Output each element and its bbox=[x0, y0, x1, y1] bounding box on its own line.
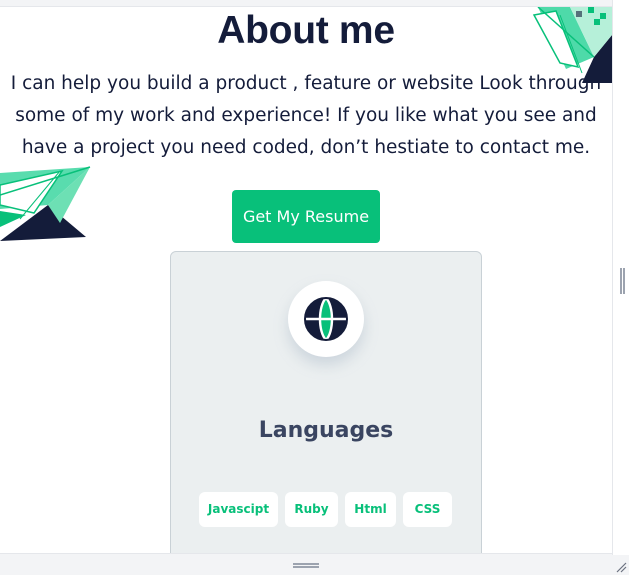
icon-badge bbox=[288, 281, 364, 357]
tag-javascript: Javascipt bbox=[199, 492, 278, 527]
top-edge bbox=[0, 0, 612, 7]
vertical-resize-handle[interactable] bbox=[620, 268, 625, 294]
intro-line: have a project you need coded, don’t hes… bbox=[21, 137, 591, 158]
tag-html: Html bbox=[345, 492, 396, 527]
page-viewport: About me I can help you build a product … bbox=[0, 7, 612, 553]
card-title: Languages bbox=[258, 418, 394, 443]
skill-card-languages: Languages Javascipt Ruby Html CSS bbox=[170, 251, 482, 553]
page-title: About me bbox=[217, 9, 395, 52]
browser-frame: About me I can help you build a product … bbox=[0, 0, 629, 575]
globe-icon bbox=[304, 297, 348, 341]
tag-ruby: Ruby bbox=[285, 492, 338, 527]
resize-corner-icon[interactable] bbox=[612, 555, 629, 575]
get-resume-button[interactable]: Get My Resume bbox=[232, 190, 380, 243]
geometric-decoration-left bbox=[0, 166, 91, 241]
tag-css: CSS bbox=[403, 492, 452, 527]
intro-paragraph: I can help you build a product , feature… bbox=[0, 68, 612, 164]
geometric-decoration-top-right bbox=[532, 7, 612, 83]
intro-line: some of my work and experience! If you l… bbox=[15, 105, 597, 126]
horizontal-resize-handle[interactable] bbox=[293, 563, 319, 568]
intro-line: I can help you build a product , feature… bbox=[10, 73, 602, 94]
